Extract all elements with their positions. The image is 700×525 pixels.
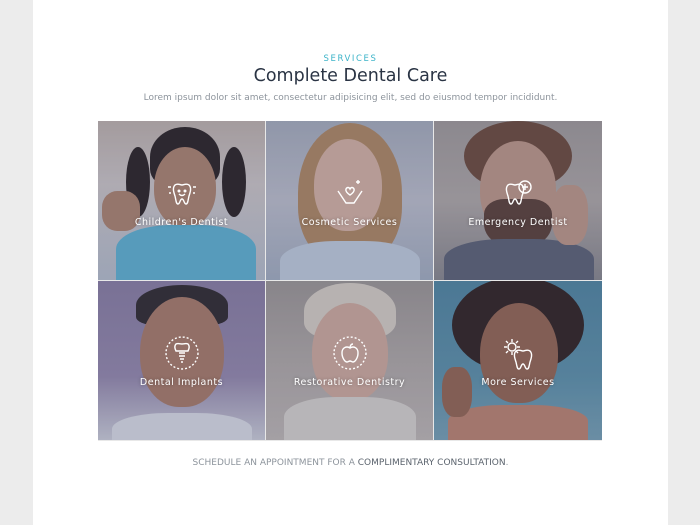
service-tile-dental-implants[interactable]: Dental Implants	[98, 281, 265, 440]
service-label: Emergency Dentist	[468, 217, 568, 228]
service-label: More Services	[481, 377, 555, 388]
service-tile-cosmetic-services[interactable]: Cosmetic Services	[266, 121, 433, 280]
cta-line: SCHEDULE AN APPOINTMENT FOR A COMPLIMENT…	[33, 458, 668, 468]
cta-prefix: SCHEDULE AN APPOINTMENT FOR A	[192, 458, 355, 468]
service-label: Cosmetic Services	[301, 217, 398, 228]
services-grid: Children's Dentist Cosmetic Services Eme…	[98, 121, 602, 441]
services-section: SERVICES Complete Dental Care Lorem ipsu…	[33, 0, 668, 525]
apple-icon	[332, 335, 368, 371]
service-label: Restorative Dentistry	[293, 377, 406, 388]
child-tooth-icon	[164, 175, 200, 211]
sparkle-hands-icon	[332, 175, 368, 211]
service-tile-emergency-dentist[interactable]: Emergency Dentist	[434, 121, 602, 280]
gear-tooth-icon	[500, 335, 536, 371]
implant-icon	[164, 335, 200, 371]
consultation-link[interactable]: COMPLIMENTARY CONSULTATION	[358, 458, 506, 468]
tooth-plus-icon	[500, 175, 536, 211]
section-eyebrow: SERVICES	[323, 54, 378, 64]
service-tile-more-services[interactable]: More Services	[434, 281, 602, 440]
section-subtitle: Lorem ipsum dolor sit amet, consectetur …	[143, 93, 558, 103]
service-label: Dental Implants	[139, 377, 224, 388]
service-label: Children's Dentist	[134, 217, 229, 228]
section-title: Complete Dental Care	[253, 66, 448, 86]
service-tile-childrens-dentist[interactable]: Children's Dentist	[98, 121, 265, 280]
service-tile-restorative-dentistry[interactable]: Restorative Dentistry	[266, 281, 433, 440]
cta-suffix: .	[505, 458, 509, 468]
